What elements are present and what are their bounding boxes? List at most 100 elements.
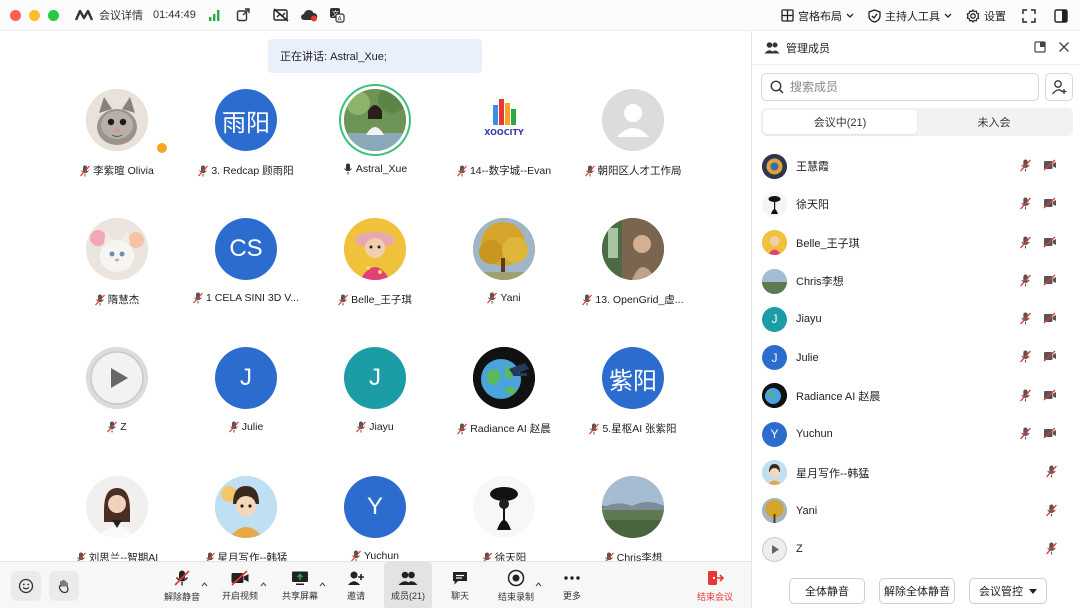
maximize-window-button[interactable] [48, 9, 59, 21]
chevron-up-icon[interactable] [319, 582, 326, 587]
avatar-landscape-photo [602, 476, 664, 538]
participant-tile[interactable]: Z [47, 347, 187, 467]
sidebar-toggle-icon[interactable] [1052, 7, 1070, 25]
list-item[interactable]: Belle_王子琪 [752, 224, 1080, 262]
participant-tile[interactable]: 紫阳 5.星枢AI 张紫阳 [563, 347, 703, 467]
camera-off-icon[interactable] [1043, 312, 1057, 324]
member-search-box[interactable] [761, 73, 1039, 101]
popout-icon[interactable] [1034, 41, 1046, 53]
grid-layout-icon [781, 9, 794, 22]
list-item[interactable]: J Jiayu [752, 300, 1080, 338]
mic-muted-icon[interactable] [1046, 504, 1057, 517]
host-tools-menu[interactable]: 主持人工具 [868, 8, 952, 24]
participant-name: 3. Redcap 顾雨阳 [211, 165, 294, 177]
chevron-up-icon[interactable] [535, 582, 542, 587]
signal-strength-icon[interactable] [206, 6, 224, 24]
participant-name: 李紫暄 Olivia [93, 165, 154, 177]
list-item[interactable]: 徐天阳 [752, 185, 1080, 223]
close-icon[interactable] [1058, 41, 1070, 53]
list-item[interactable]: Z [752, 530, 1080, 568]
participant-tile[interactable]: J Jiayu [305, 347, 445, 467]
chat-button[interactable]: 聊天 [440, 562, 480, 608]
participant-tile[interactable]: Radiance AI 赵晨 [434, 347, 574, 467]
fullscreen-icon[interactable] [1020, 7, 1038, 25]
members-button[interactable]: 成员(21) [384, 562, 432, 608]
list-item[interactable]: Radiance AI 赵晨 [752, 377, 1080, 415]
participant-tile[interactable]: 隋慧杰 [47, 218, 187, 338]
add-user-icon [348, 571, 364, 585]
mic-muted-icon[interactable] [1020, 350, 1031, 363]
participant-tile[interactable]: Belle_王子琪 [305, 218, 445, 338]
camera-off-icon[interactable] [1043, 389, 1057, 401]
camera-off-icon[interactable] [1043, 350, 1057, 362]
end-meeting-button[interactable]: 结束会议 [692, 562, 738, 608]
settings-button[interactable]: 设置 [966, 8, 1006, 24]
list-item[interactable]: 王慧霞 [752, 147, 1080, 185]
list-item[interactable]: Chris李想 [752, 262, 1080, 300]
layout-menu[interactable]: 宫格布局 [781, 8, 854, 24]
reaction-button[interactable] [11, 571, 41, 601]
tab-not-joined[interactable]: 未入会 [917, 110, 1071, 134]
mic-muted-icon[interactable] [1046, 542, 1057, 555]
close-window-button[interactable] [10, 9, 21, 21]
share-screen-icon [292, 571, 308, 585]
share-screen-button[interactable]: 共享屏幕 [278, 562, 322, 608]
mic-muted-icon[interactable] [1046, 465, 1057, 478]
raise-hand-button[interactable] [49, 571, 79, 601]
list-item[interactable]: Y Yuchun [752, 415, 1080, 453]
camera-off-icon[interactable] [1043, 159, 1057, 171]
camera-off-icon[interactable] [1043, 274, 1057, 286]
panel-header: 管理成员 [752, 31, 1080, 65]
mic-muted-icon[interactable] [1020, 274, 1031, 287]
search-input[interactable] [790, 80, 1020, 94]
share-link-icon[interactable] [234, 6, 252, 24]
panel-footer: 全体静音 解除全体静音 会议管控 [752, 574, 1080, 608]
participant-tile[interactable]: J Julie [176, 347, 316, 467]
avatar-initials: 紫阳 [602, 347, 664, 409]
participant-tile[interactable]: XOOCITY 14--数字城--Evan [434, 89, 574, 209]
participant-tile-active-speaker[interactable]: Astral_Xue [305, 89, 445, 209]
avatar [762, 153, 787, 179]
camera-off-icon[interactable] [1043, 197, 1057, 209]
participant-tile[interactable]: 13. OpenGrid_虚... [563, 218, 703, 338]
mic-muted-icon[interactable] [1020, 236, 1031, 249]
mic-muted-icon[interactable] [1020, 427, 1031, 440]
camera-off-icon[interactable] [1043, 236, 1057, 248]
list-item[interactable]: J Julie [752, 338, 1080, 376]
no-record-icon[interactable] [272, 6, 290, 24]
avatar-cat-photo [86, 218, 148, 280]
tab-in-meeting[interactable]: 会议中(21) [763, 110, 917, 134]
participant-tile[interactable]: 朝阳区人才工作局 [563, 89, 703, 209]
chevron-up-icon[interactable] [260, 582, 267, 587]
start-video-button[interactable]: 开启视频 [218, 562, 262, 608]
mic-muted-icon[interactable] [1020, 159, 1031, 172]
meeting-control-menu[interactable]: 会议管控 [969, 578, 1047, 604]
mic-muted-icon[interactable] [1020, 389, 1031, 402]
invite-button[interactable]: 邀请 [336, 562, 376, 608]
participant-tile[interactable]: 李紫暄 Olivia [47, 89, 187, 209]
chevron-up-icon[interactable] [201, 582, 208, 587]
avatar-initials: CS [215, 218, 277, 280]
camera-off-icon[interactable] [1043, 427, 1057, 439]
list-item[interactable]: 星月写作--韩猛 [752, 453, 1080, 491]
mic-muted-icon [174, 569, 190, 586]
list-item[interactable]: Yani [752, 492, 1080, 530]
avatar [762, 191, 787, 217]
caption-translate-icon[interactable]: 文A [328, 6, 346, 24]
meeting-info-button[interactable]: 会议详情 [75, 7, 143, 23]
stop-recording-button[interactable]: 结束录制 [494, 562, 538, 608]
participant-tile[interactable]: 雨阳 3. Redcap 顾雨阳 [176, 89, 316, 209]
more-button[interactable]: 更多 [552, 562, 592, 608]
add-member-button[interactable] [1045, 73, 1073, 101]
participant-tile[interactable]: CS 1 CELA SINI 3D V... [176, 218, 316, 338]
record-icon [507, 569, 525, 586]
minimize-window-button[interactable] [29, 9, 40, 21]
unmute-button[interactable]: 解除静音 [160, 562, 204, 608]
app-logo-icon [75, 9, 94, 21]
mic-muted-icon[interactable] [1020, 312, 1031, 325]
unmute-all-button[interactable]: 解除全体静音 [879, 578, 955, 604]
participant-tile[interactable]: Yani [434, 218, 574, 338]
mic-muted-icon[interactable] [1020, 197, 1031, 210]
mute-all-button[interactable]: 全体静音 [789, 578, 865, 604]
cloud-recording-icon[interactable] [300, 6, 318, 24]
